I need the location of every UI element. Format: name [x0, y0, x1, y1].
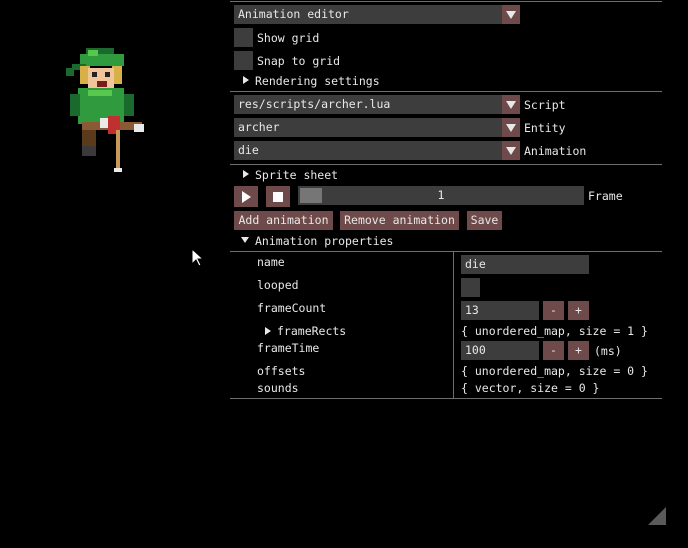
frameCount-decrement-button[interactable]: -: [543, 301, 564, 320]
frame-label: Frame: [588, 189, 623, 203]
animation-select[interactable]: die: [234, 141, 520, 160]
animation-value: die: [238, 143, 259, 157]
name-input[interactable]: die: [461, 255, 589, 274]
snap-to-grid-label: Snap to grid: [257, 54, 341, 68]
snap-to-grid-checkbox[interactable]: [234, 51, 253, 70]
looped-checkbox[interactable]: [461, 278, 480, 297]
separator: [230, 251, 662, 252]
frame-slider[interactable]: 1: [298, 186, 584, 205]
property-key-frameRects: frameRects: [277, 324, 347, 338]
separator: [230, 164, 662, 165]
animation-properties-header[interactable]: Animation properties: [236, 232, 656, 249]
separator: [230, 91, 662, 92]
remove-animation-button[interactable]: Remove animation: [340, 211, 459, 230]
expanded-arrow-icon: [241, 237, 249, 243]
editor-mode-value: Animation editor: [238, 7, 349, 21]
column-divider: [453, 252, 454, 398]
script-select[interactable]: res/scripts/archer.lua: [234, 95, 520, 114]
stop-icon: [273, 192, 283, 202]
stop-button[interactable]: [266, 186, 290, 207]
frameRects-tree-node[interactable]: frameRects: [262, 323, 447, 339]
frameCount-input[interactable]: 13: [461, 301, 539, 320]
sprite-sheet-header[interactable]: Sprite sheet: [236, 166, 656, 183]
entity-select[interactable]: archer: [234, 118, 520, 137]
script-label: Script: [524, 98, 566, 112]
property-key-sounds: sounds: [257, 381, 299, 395]
property-key-frameCount: frameCount: [257, 301, 327, 315]
script-value: res/scripts/archer.lua: [238, 97, 391, 111]
editor-mode-select[interactable]: Animation editor: [234, 5, 520, 24]
animation-properties-label: Animation properties: [255, 234, 394, 248]
collapsed-arrow-icon: [243, 170, 249, 178]
frame-value: 1: [437, 188, 445, 202]
rendering-settings-label: Rendering settings: [255, 74, 380, 88]
entity-value: archer: [238, 120, 280, 134]
chevron-down-icon[interactable]: [502, 5, 520, 24]
top-separator: [230, 1, 662, 2]
property-key-name: name: [257, 255, 285, 269]
resize-grip-icon[interactable]: [648, 507, 666, 525]
chevron-down-icon[interactable]: [502, 118, 520, 137]
play-icon: [242, 191, 251, 203]
frameTime-value: 100: [465, 343, 486, 357]
chevron-down-icon[interactable]: [502, 141, 520, 160]
frameCount-increment-button[interactable]: +: [568, 301, 589, 320]
rendering-settings-header[interactable]: Rendering settings: [236, 72, 656, 89]
save-button[interactable]: Save: [467, 211, 502, 230]
sounds-value: { vector, size = 0 }: [461, 381, 600, 395]
archer-sprite: [66, 48, 144, 172]
chevron-down-icon[interactable]: [502, 95, 520, 114]
show-grid-label: Show grid: [257, 31, 320, 45]
property-key-offsets: offsets: [257, 364, 306, 378]
sprite-sheet-label: Sprite sheet: [255, 168, 339, 182]
property-key-frameTime: frameTime: [257, 341, 320, 355]
mouse-cursor-icon: [191, 248, 205, 267]
animation-label: Animation: [524, 144, 587, 158]
entity-label: Entity: [524, 121, 566, 135]
frameTime-input[interactable]: 100: [461, 341, 539, 360]
collapsed-arrow-icon: [243, 76, 249, 84]
frameRects-value: { unordered_map, size = 1 }: [461, 324, 648, 338]
frameTime-unit: (ms): [594, 344, 622, 358]
frameTime-decrement-button[interactable]: -: [543, 341, 564, 360]
frameCount-value: 13: [465, 303, 479, 317]
property-key-looped: looped: [257, 278, 299, 292]
offsets-value: { unordered_map, size = 0 }: [461, 364, 648, 378]
separator: [230, 398, 662, 399]
show-grid-checkbox[interactable]: [234, 28, 253, 47]
name-value: die: [465, 257, 486, 271]
collapsed-arrow-icon: [265, 327, 271, 335]
frameTime-increment-button[interactable]: +: [568, 341, 589, 360]
play-button[interactable]: [234, 186, 258, 207]
add-animation-button[interactable]: Add animation: [234, 211, 333, 230]
